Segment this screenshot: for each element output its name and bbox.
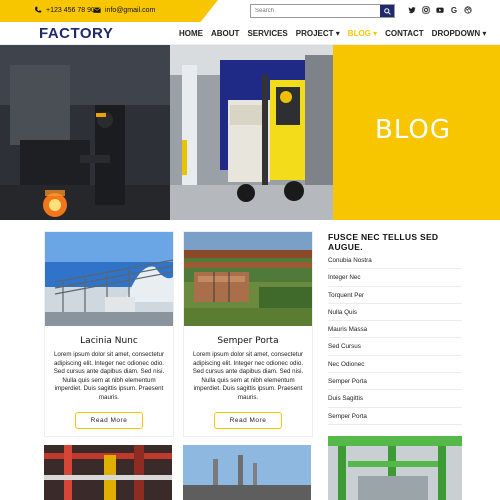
- sidebar-item[interactable]: Integer Nec: [328, 269, 462, 287]
- nav-services[interactable]: SERVICES: [247, 29, 287, 38]
- sidebar-item[interactable]: Mauris Massa: [328, 321, 462, 339]
- youtube-icon[interactable]: [436, 6, 444, 16]
- phone-number: +123 456 78 90: [46, 6, 95, 14]
- read-more-button[interactable]: Read More: [75, 411, 143, 429]
- google-icon[interactable]: G: [450, 6, 458, 16]
- card-title[interactable]: Lacinia Nunc: [45, 336, 173, 346]
- card-image: [45, 232, 174, 326]
- nav-about[interactable]: ABOUT: [211, 29, 239, 38]
- phone-icon: [35, 6, 42, 13]
- sidebar-list: Conubia Nostra Integer Nec Torquent Per …: [328, 252, 462, 425]
- sidebar-image: [328, 436, 462, 500]
- nav-contact[interactable]: CONTACT: [385, 29, 424, 38]
- nav-dropdown[interactable]: DROPDOWN ▾: [432, 29, 487, 38]
- hero-photo: [0, 45, 333, 220]
- sidebar-item[interactable]: Torquent Per: [328, 287, 462, 304]
- sidebar-item[interactable]: Conubia Nostra: [328, 252, 462, 270]
- twitter-icon[interactable]: [408, 6, 416, 16]
- hero-banner: BLOG: [0, 45, 500, 220]
- card-image: [183, 445, 311, 500]
- nav-home[interactable]: HOME: [179, 29, 203, 38]
- site-logo[interactable]: FACTORY: [39, 25, 113, 42]
- social-links: G: [408, 6, 472, 16]
- card-excerpt: Lorem ipsum dolor sit amet, consectetur …: [53, 351, 165, 401]
- sidebar-item[interactable]: Nulla Quis: [328, 304, 462, 322]
- email-address: info@gmail.com: [105, 6, 156, 14]
- sidebar-item[interactable]: Nec Odionec: [328, 356, 462, 374]
- main-navbar: FACTORY HOME ABOUT SERVICES PROJECT ▾ BL…: [0, 22, 500, 45]
- sidebar-item[interactable]: Semper Porta: [328, 373, 462, 391]
- dribbble-icon[interactable]: [464, 6, 472, 16]
- nav-blog[interactable]: BLOG ▾: [348, 29, 377, 38]
- blog-card: Semper Porta Lorem ipsum dolor sit amet,…: [183, 231, 313, 437]
- hero-title: BLOG: [375, 115, 452, 145]
- card-image: [184, 232, 312, 326]
- envelope-icon: [93, 7, 101, 13]
- nav-project[interactable]: PROJECT ▾: [296, 29, 340, 38]
- blog-card: Lacinia Nunc Lorem ipsum dolor sit amet,…: [44, 231, 174, 437]
- sidebar-item[interactable]: Duis Sagittis: [328, 390, 462, 408]
- top-bar: +123 456 78 90 info@gmail.com G: [0, 0, 500, 22]
- phone-contact[interactable]: +123 456 78 90: [34, 6, 95, 14]
- read-more-button[interactable]: Read More: [214, 411, 282, 429]
- card-image: [44, 445, 172, 500]
- main-nav: HOME ABOUT SERVICES PROJECT ▾ BLOG ▾ CON…: [179, 29, 494, 38]
- instagram-icon[interactable]: [422, 6, 430, 16]
- search-box: [250, 4, 395, 18]
- search-button[interactable]: [380, 5, 394, 17]
- sidebar-item[interactable]: Semper Porta: [328, 408, 462, 425]
- search-input[interactable]: [251, 5, 380, 17]
- email-contact[interactable]: info@gmail.com: [93, 6, 155, 14]
- sidebar-item[interactable]: Sed Cursus: [328, 338, 462, 356]
- search-icon: [383, 7, 391, 15]
- card-excerpt: Lorem ipsum dolor sit amet, consectetur …: [192, 351, 304, 401]
- card-title[interactable]: Semper Porta: [184, 336, 312, 346]
- sidebar-title: FUSCE NEC TELLUS SED AUGUE.: [328, 232, 439, 252]
